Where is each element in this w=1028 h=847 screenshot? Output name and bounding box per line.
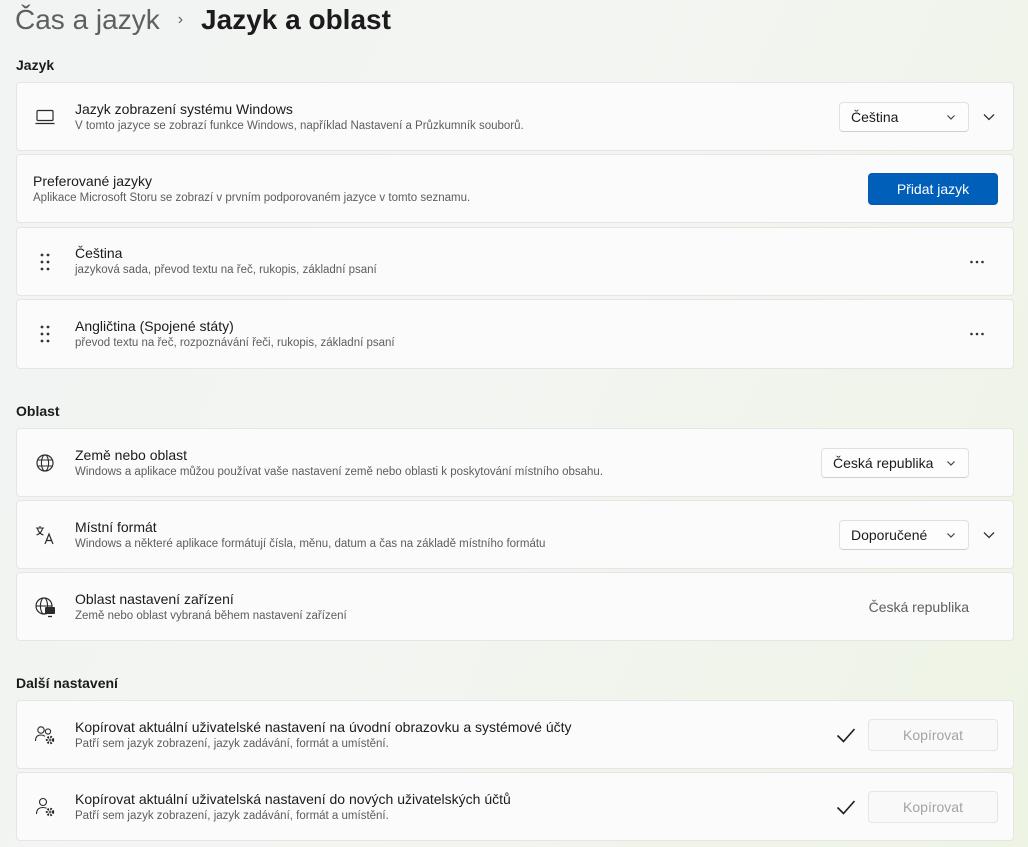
display-language-dropdown[interactable]: Čeština xyxy=(839,101,969,132)
copy-new-accounts-button[interactable]: Kopírovat xyxy=(868,790,998,823)
display-language-desc: V tomto jazyce se zobrazí funkce Windows… xyxy=(75,120,524,132)
more-options-icon[interactable] xyxy=(969,331,985,337)
drag-handle-icon[interactable] xyxy=(34,251,56,273)
display-language-title: Jazyk zobrazení systému Windows xyxy=(75,101,293,117)
regional-format-title: Místní formát xyxy=(75,519,157,535)
language-features: jazyková sada, převod textu na řeč, ruko… xyxy=(75,264,377,276)
copy-new-accounts-desc: Patří sem jazyk zobrazení, jazyk zadáván… xyxy=(75,810,389,822)
globe-icon xyxy=(34,452,56,474)
language-features: převod textu na řeč, rozpoznávání řeči, … xyxy=(75,337,395,349)
chevron-down-icon xyxy=(947,460,955,466)
language-format-icon xyxy=(34,524,56,546)
person-settings-icon xyxy=(34,796,56,818)
laptop-icon xyxy=(34,106,56,128)
globe-desktop-icon xyxy=(34,596,56,618)
copy-welcome-button[interactable]: Kopírovat xyxy=(868,718,998,751)
checkmark-icon xyxy=(836,727,856,743)
preferred-languages-card: Preferované jazyky Aplikace Microsoft St… xyxy=(16,154,1014,223)
people-settings-icon xyxy=(34,724,56,746)
breadcrumb: Čas a jazyk › Jazyk a oblast xyxy=(15,2,391,38)
country-region-dropdown[interactable]: Česká republika xyxy=(821,447,969,478)
language-item[interactable]: Čeština jazyková sada, převod textu na ř… xyxy=(16,227,1014,296)
regional-format-dropdown[interactable]: Doporučené xyxy=(839,519,969,550)
setup-region-card: Oblast nastavení zařízení Země nebo obla… xyxy=(16,572,1014,641)
page-title: Jazyk a oblast xyxy=(201,4,391,35)
language-name: Angličtina (Spojené státy) xyxy=(75,318,234,334)
setup-region-title: Oblast nastavení zařízení xyxy=(75,591,234,607)
setup-region-value: Česká republika xyxy=(868,598,969,615)
country-region-desc: Windows a aplikace můžou používat vaše n… xyxy=(75,466,604,478)
section-title-language: Jazyk xyxy=(16,57,55,73)
copy-welcome-card: Kopírovat aktuální uživatelské nastavení… xyxy=(16,700,1014,769)
expand-chevron-icon[interactable] xyxy=(981,527,997,543)
section-title-region: Oblast xyxy=(16,403,60,419)
setup-region-desc: Země nebo oblast vybraná během nastavení… xyxy=(75,610,347,622)
language-item[interactable]: Angličtina (Spojené státy) převod textu … xyxy=(16,299,1014,369)
add-language-button[interactable]: Přidat jazyk xyxy=(868,172,998,205)
regional-format-desc: Windows a některé aplikace formátují čís… xyxy=(75,538,546,550)
country-region-card: Země nebo oblast Windows a aplikace můžo… xyxy=(16,428,1014,497)
copy-new-accounts-card: Kopírovat aktuální uživatelská nastavení… xyxy=(16,772,1014,841)
chevron-down-icon xyxy=(947,532,955,538)
section-title-more-settings: Další nastavení xyxy=(16,675,118,691)
expand-chevron-icon[interactable] xyxy=(981,109,997,125)
regional-format-value: Doporučené xyxy=(851,526,928,543)
chevron-down-icon xyxy=(947,114,955,120)
preferred-languages-title: Preferované jazyky xyxy=(33,173,153,189)
copy-welcome-desc: Patří sem jazyk zobrazení, jazyk zadáván… xyxy=(75,738,389,750)
regional-format-card[interactable]: Místní formát Windows a některé aplikace… xyxy=(16,500,1014,569)
breadcrumb-separator-icon: › xyxy=(177,11,184,28)
copy-new-accounts-title: Kopírovat aktuální uživatelská nastavení… xyxy=(75,791,511,807)
more-options-icon[interactable] xyxy=(969,259,985,265)
breadcrumb-parent[interactable]: Čas a jazyk xyxy=(15,4,160,36)
country-region-title: Země nebo oblast xyxy=(75,447,188,463)
drag-handle-icon[interactable] xyxy=(34,323,56,345)
display-language-card[interactable]: Jazyk zobrazení systému Windows V tomto … xyxy=(16,82,1014,151)
preferred-languages-desc: Aplikace Microsoft Storu se zobrazí v pr… xyxy=(33,192,471,204)
copy-welcome-title: Kopírovat aktuální uživatelské nastavení… xyxy=(75,719,572,735)
display-language-value: Čeština xyxy=(851,108,899,125)
checkmark-icon xyxy=(836,799,856,815)
country-region-value: Česká republika xyxy=(833,454,934,471)
language-name: Čeština xyxy=(75,245,123,261)
